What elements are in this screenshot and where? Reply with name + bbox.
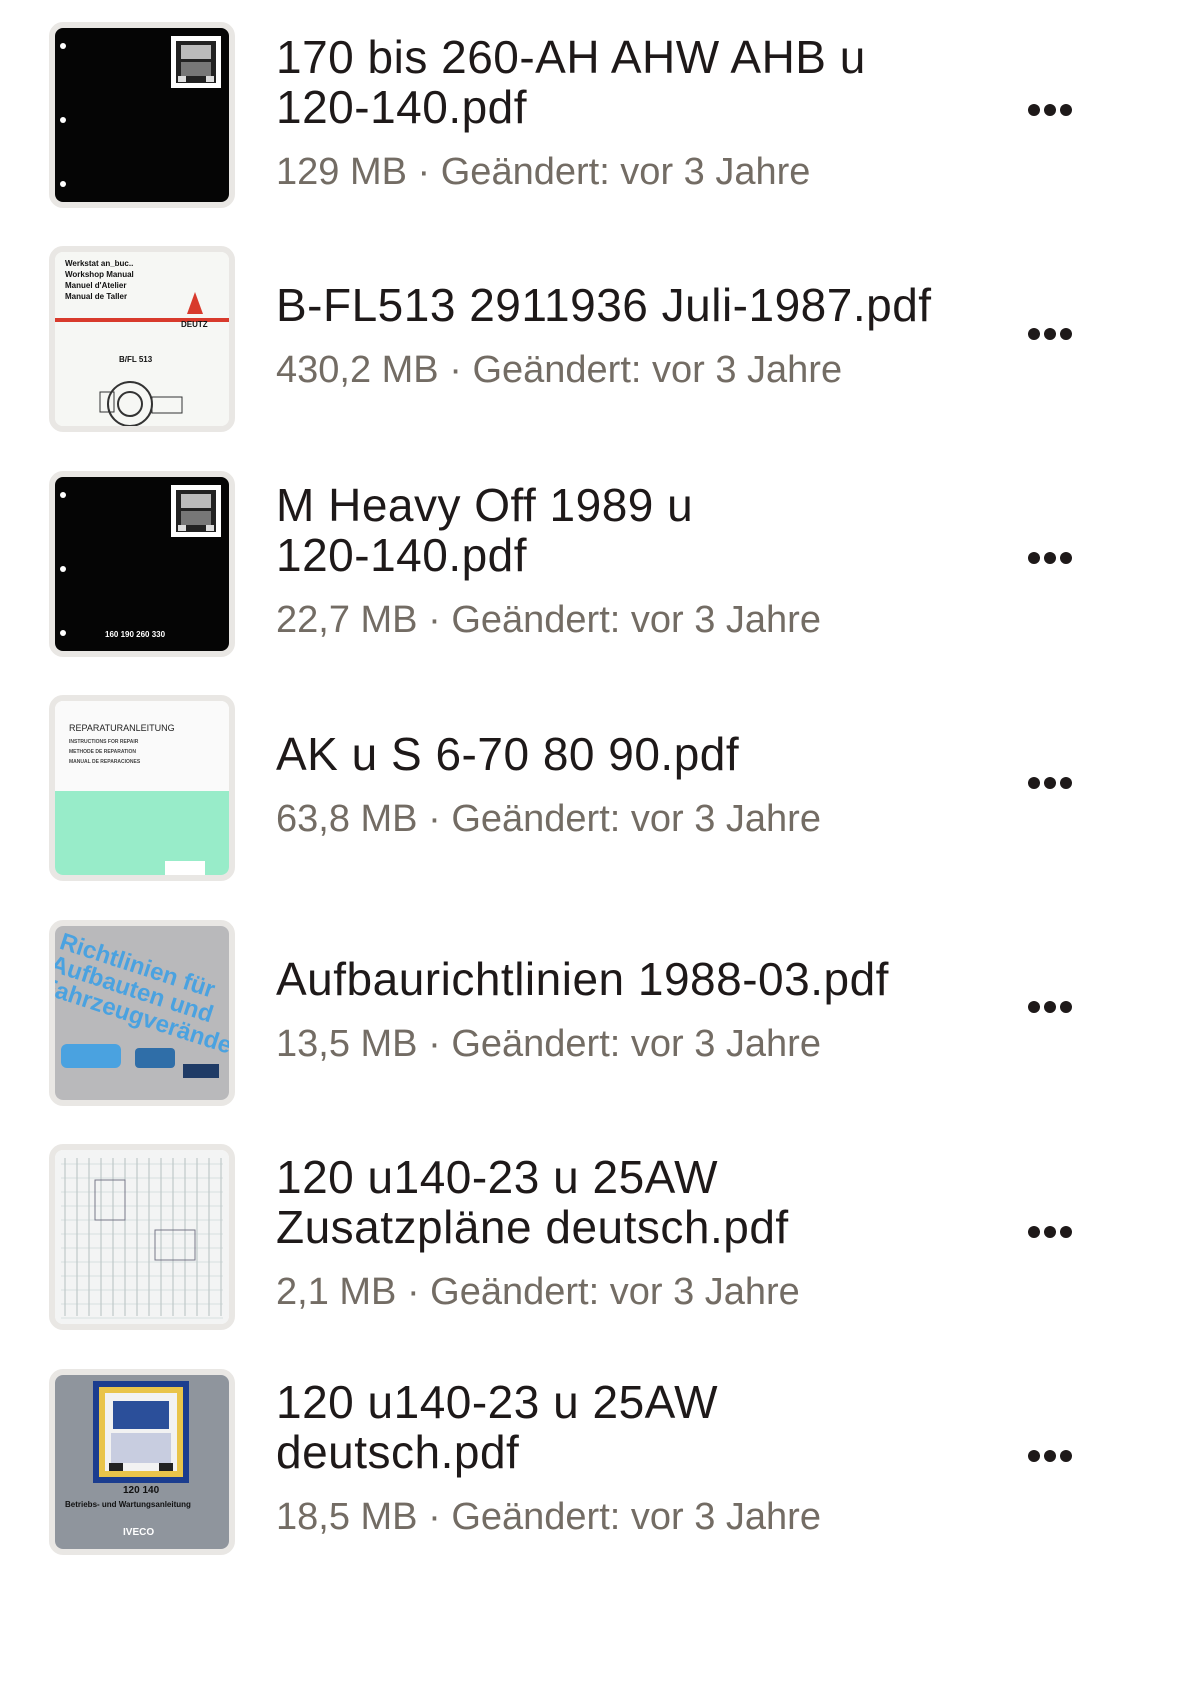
more-horizontal-icon[interactable] bbox=[1015, 748, 1085, 818]
black-cover-thumbnail: 160 190 260 330 bbox=[55, 477, 229, 651]
thumb-text: METHODE DE REPARATION bbox=[69, 749, 136, 755]
file-size: 18,5 MB bbox=[276, 1496, 418, 1538]
meta-separator: · bbox=[438, 349, 473, 391]
meta-separator: · bbox=[396, 1271, 431, 1313]
file-size: 63,8 MB bbox=[276, 798, 418, 840]
file-thumbnail[interactable]: Richtlinien für Aufbauten und Fahrzeugve… bbox=[49, 920, 235, 1106]
meta-separator: · bbox=[417, 1023, 452, 1065]
thumb-text: Betriebs- und Wartungsanleitung bbox=[65, 1500, 191, 1509]
more-horizontal-icon[interactable] bbox=[1015, 75, 1085, 145]
file-modified: Geändert: vor 3 Jahre bbox=[451, 1496, 821, 1538]
file-modified: Geändert: vor 3 Jahre bbox=[440, 151, 811, 193]
guidelines-cover-thumbnail: Richtlinien für Aufbauten und Fahrzeugve… bbox=[55, 926, 229, 1100]
file-metadata: 129 MB · Geändert: vor 3 Jahre bbox=[276, 150, 810, 194]
file-size: 2,1 MB bbox=[276, 1271, 397, 1313]
file-metadata: 13,5 MB · Geändert: vor 3 Jahre bbox=[276, 1022, 821, 1066]
meta-separator: · bbox=[417, 1496, 452, 1538]
file-name-line[interactable]: 120 u140-23 u 25AW bbox=[276, 1375, 936, 1429]
file-thumbnail[interactable]: Werkstat an_buc.. Workshop Manual Manuel… bbox=[49, 246, 235, 432]
thumb-text: Manuel d'Atelier bbox=[65, 281, 126, 290]
more-horizontal-icon[interactable] bbox=[1015, 972, 1085, 1042]
file-modified: Geändert: vor 3 Jahre bbox=[451, 1023, 821, 1065]
file-size: 22,7 MB bbox=[276, 599, 418, 641]
file-modified: Geändert: vor 3 Jahre bbox=[430, 1271, 800, 1313]
file-size: 13,5 MB bbox=[276, 1023, 418, 1065]
file-name-line[interactable]: 120-140.pdf bbox=[276, 528, 936, 582]
thumb-text: Workshop Manual bbox=[65, 270, 134, 279]
more-horizontal-icon[interactable] bbox=[1015, 1197, 1085, 1267]
meta-separator: · bbox=[417, 599, 452, 641]
repair-manual-thumbnail: REPARATURANLEITUNG INSTRUCTIONS FOR REPA… bbox=[55, 701, 229, 875]
deutz-cover-thumbnail: Werkstat an_buc.. Workshop Manual Manuel… bbox=[55, 252, 229, 426]
file-name-line[interactable]: 120 u140-23 u 25AW bbox=[276, 1150, 936, 1204]
file-thumbnail[interactable] bbox=[49, 22, 235, 208]
thumb-text: B/FL 513 bbox=[119, 355, 153, 364]
thumb-text: MANUAL DE REPARACIONES bbox=[69, 759, 141, 765]
file-thumbnail[interactable]: 120 140 Betriebs- und Wartungsanleitung … bbox=[49, 1369, 235, 1555]
thumb-text: Manual de Taller bbox=[65, 292, 127, 301]
file-metadata: 430,2 MB · Geändert: vor 3 Jahre bbox=[276, 348, 842, 392]
file-thumbnail[interactable]: REPARATURANLEITUNG INSTRUCTIONS FOR REPA… bbox=[49, 695, 235, 881]
file-metadata: 2,1 MB · Geändert: vor 3 Jahre bbox=[276, 1270, 800, 1314]
file-metadata: 22,7 MB · Geändert: vor 3 Jahre bbox=[276, 598, 821, 642]
thumb-text: 160 190 260 330 bbox=[105, 630, 166, 639]
more-horizontal-icon[interactable] bbox=[1015, 299, 1085, 369]
file-metadata: 63,8 MB · Geändert: vor 3 Jahre bbox=[276, 797, 821, 841]
iveco-cover-thumbnail: 120 140 Betriebs- und Wartungsanleitung … bbox=[55, 1375, 229, 1549]
file-name-line[interactable]: AK u S 6-70 80 90.pdf bbox=[276, 727, 936, 781]
file-thumbnail[interactable]: 160 190 260 330 bbox=[49, 471, 235, 657]
file-modified: Geändert: vor 3 Jahre bbox=[451, 798, 821, 840]
thumb-text: DEUTZ bbox=[181, 320, 208, 329]
wiring-diagram-thumbnail bbox=[55, 1150, 229, 1324]
more-horizontal-icon[interactable] bbox=[1015, 523, 1085, 593]
more-horizontal-icon[interactable] bbox=[1015, 1421, 1085, 1491]
file-name-line[interactable]: M Heavy Off 1989 u bbox=[276, 478, 936, 532]
file-modified: Geändert: vor 3 Jahre bbox=[472, 349, 843, 391]
file-name-line[interactable]: 120-140.pdf bbox=[276, 80, 936, 134]
thumb-text: INSTRUCTIONS FOR REPAIR bbox=[69, 739, 139, 745]
thumb-text: IVECO bbox=[123, 1527, 154, 1538]
thumb-text: REPARATURANLEITUNG bbox=[69, 723, 175, 733]
file-name-line[interactable]: 170 bis 260-AH AHW AHB u bbox=[276, 30, 936, 84]
file-metadata: 18,5 MB · Geändert: vor 3 Jahre bbox=[276, 1495, 821, 1539]
file-name-line[interactable]: deutsch.pdf bbox=[276, 1425, 936, 1479]
thumb-text: 120 140 bbox=[123, 1485, 160, 1496]
file-name-line[interactable]: B-FL513 2911936 Juli-1987.pdf bbox=[276, 278, 936, 332]
file-name-line[interactable]: Zusatzpläne deutsch.pdf bbox=[276, 1200, 936, 1254]
file-modified: Geändert: vor 3 Jahre bbox=[451, 599, 821, 641]
thumb-text: Werkstat an_buc.. bbox=[65, 259, 133, 268]
file-size: 430,2 MB bbox=[276, 349, 439, 391]
meta-separator: · bbox=[417, 798, 452, 840]
black-cover-thumbnail bbox=[55, 28, 229, 202]
file-thumbnail[interactable] bbox=[49, 1144, 235, 1330]
file-name-line[interactable]: Aufbaurichtlinien 1988-03.pdf bbox=[276, 952, 936, 1006]
meta-separator: · bbox=[406, 151, 441, 193]
file-size: 129 MB bbox=[276, 151, 407, 193]
